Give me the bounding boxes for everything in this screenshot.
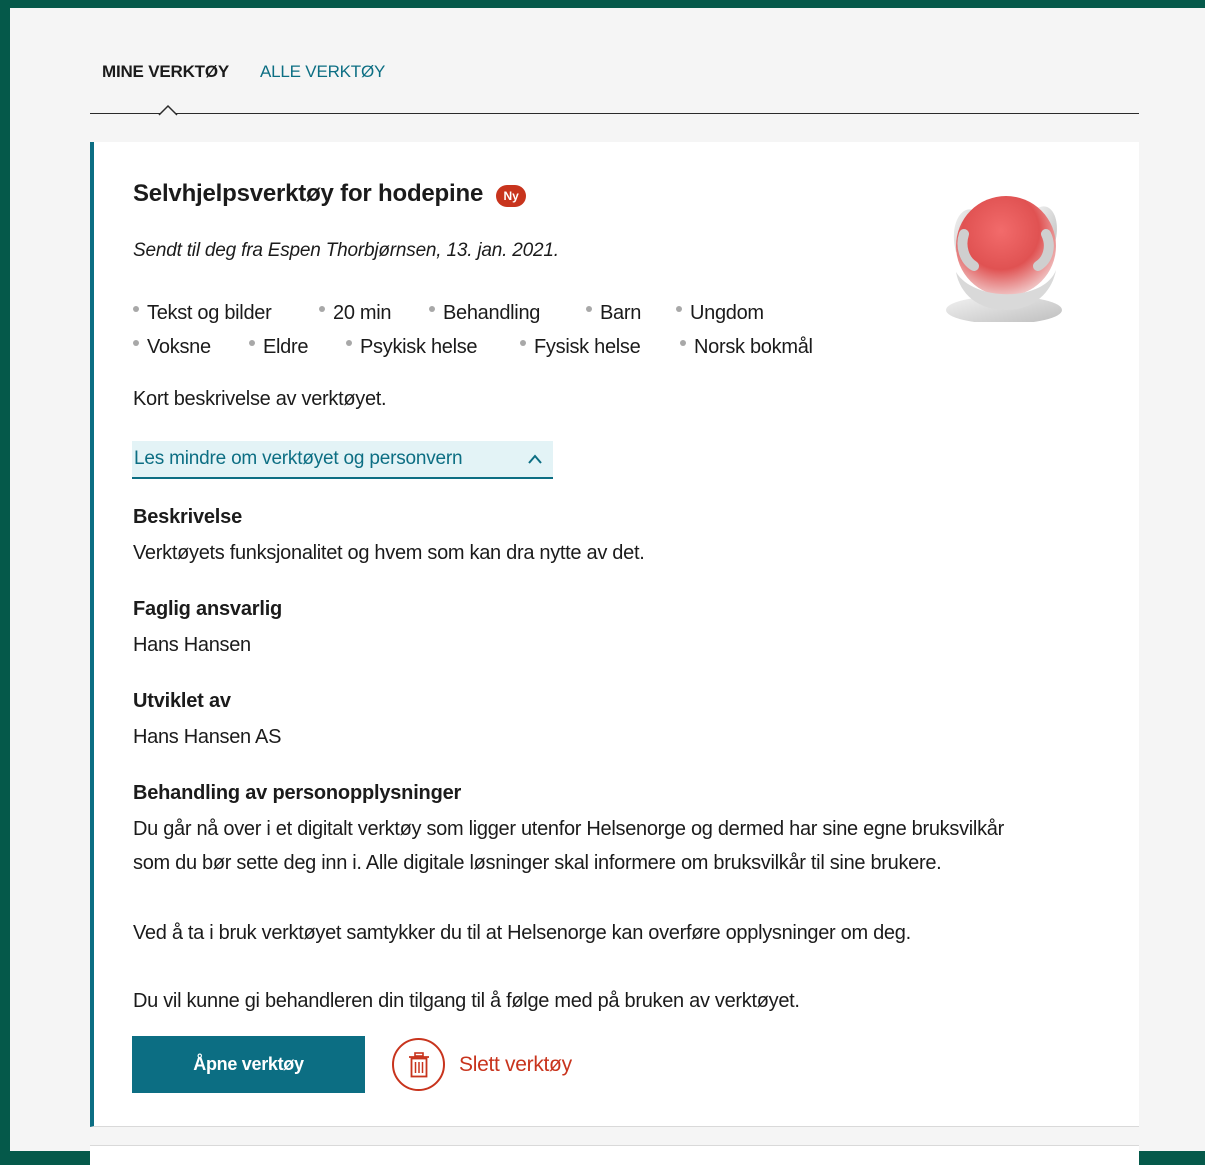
tag: Barn xyxy=(586,302,676,325)
bullet-icon xyxy=(676,306,682,312)
bullet-icon xyxy=(586,306,592,312)
short-description: Kort beskrivelse av verktøyet. xyxy=(133,388,387,410)
tag: Ungdom xyxy=(676,302,764,325)
tag-row-1: Tekst og bilder 20 min Behandling Barn U… xyxy=(133,296,873,330)
sender-info: Sendt til deg fra Espen Thorbjørnsen, 13… xyxy=(133,240,559,261)
toggle-label: Les mindre om verktøyet og personvern xyxy=(134,448,463,469)
card-title: Selvhjelpsverktøy for hodepine xyxy=(133,180,484,207)
tag: Behandling xyxy=(429,302,586,325)
heading-faglig-ansvarlig: Faglig ansvarlig xyxy=(133,598,283,620)
text-beskrivelse: Verktøyets funksjonalitet og hvem som ka… xyxy=(133,542,645,564)
tag: Norsk bokmål xyxy=(680,336,813,359)
tab-mine-verktoy[interactable]: MINE VERKTØY xyxy=(102,62,229,82)
bullet-icon xyxy=(520,340,526,346)
heading-beskrivelse: Beskrivelse xyxy=(133,506,243,528)
bullet-icon xyxy=(133,340,139,346)
delete-tool-label: Slett verktøy xyxy=(459,1052,572,1076)
tag: 20 min xyxy=(319,302,429,325)
next-tool-card xyxy=(90,1145,1139,1165)
open-tool-button[interactable]: Åpne verktøy xyxy=(132,1036,365,1093)
chevron-up-icon xyxy=(528,454,542,464)
headache-illustration xyxy=(946,196,1062,322)
tab-alle-verktoy[interactable]: ALLE VERKTØY xyxy=(260,62,385,82)
new-badge: Ny xyxy=(496,185,527,207)
tab-bar: MINE VERKTØY ALLE VERKTØY xyxy=(90,8,1139,116)
bullet-icon xyxy=(680,340,686,346)
tag: Fysisk helse xyxy=(520,336,680,359)
text-personopplysninger-line2: som du bør sette deg inn i. Alle digital… xyxy=(133,852,942,874)
text-personopplysninger-consent: Ved å ta i bruk verktøyet samtykker du t… xyxy=(133,922,911,944)
caret-up-icon xyxy=(158,104,178,116)
trash-icon-circle xyxy=(392,1038,445,1091)
text-utviklet-av: Hans Hansen AS xyxy=(133,726,282,748)
text-personopplysninger-line1: Du går nå over i et digitalt verktøy som… xyxy=(133,818,1004,840)
card-title-row: Selvhjelpsverktøy for hodepine Ny xyxy=(133,180,527,208)
bullet-icon xyxy=(249,340,255,346)
bullet-icon xyxy=(133,306,139,312)
tag: Eldre xyxy=(249,336,346,359)
heading-personopplysninger: Behandling av personopplysninger xyxy=(133,782,462,804)
text-personopplysninger-access: Du vil kunne gi behandleren din tilgang … xyxy=(133,990,800,1012)
tool-card: Selvhjelpsverktøy for hodepine Ny Sendt … xyxy=(90,142,1139,1127)
heading-utviklet-av: Utviklet av xyxy=(133,690,231,712)
page-frame: MINE VERKTØY ALLE VERKTØY Selvhjelpsverk… xyxy=(10,8,1205,1165)
tag-row-2: Voksne Eldre Psykisk helse Fysisk helse … xyxy=(133,330,873,364)
delete-tool-button[interactable]: Slett verktøy xyxy=(392,1036,572,1093)
tag: Tekst og bilder xyxy=(133,302,319,325)
tag: Psykisk helse xyxy=(346,336,520,359)
bullet-icon xyxy=(429,306,435,312)
tag-list: Tekst og bilder 20 min Behandling Barn U… xyxy=(133,296,873,364)
trash-icon xyxy=(408,1051,429,1077)
read-less-toggle[interactable]: Les mindre om verktøyet og personvern xyxy=(132,441,553,479)
bullet-icon xyxy=(319,306,325,312)
bullet-icon xyxy=(346,340,352,346)
tag: Voksne xyxy=(133,336,249,359)
text-faglig-ansvarlig: Hans Hansen xyxy=(133,634,251,656)
